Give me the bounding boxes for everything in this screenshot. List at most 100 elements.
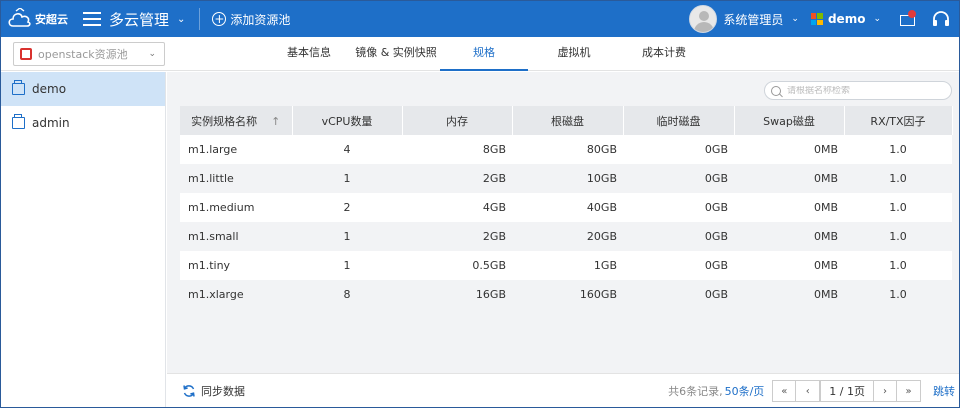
column-header-vcpu: vCPU数量 [292, 106, 403, 135]
sidebar-item-demo[interactable]: demo [1, 72, 165, 106]
sidebar-item-admin[interactable]: admin [1, 106, 165, 140]
per-page-select[interactable]: 50条/页 [725, 383, 765, 399]
table-cell: 1 [292, 222, 402, 251]
table-cell: m1.small [180, 222, 292, 251]
hamburger-menu-icon[interactable] [83, 12, 101, 26]
main-content: 实例规格名称↑ vCPU数量 内存 根磁盘 临时磁盘 Swap磁盘 RX/TX因… [167, 72, 959, 407]
add-resource-pool-label: 添加资源池 [230, 12, 291, 27]
tab-cost-billing[interactable]: 成本计费 [620, 37, 708, 71]
table-cell: 0GB [623, 164, 734, 193]
table-row[interactable]: m1.little 1 2GB 10GB 0GB 0MB 1.0 [180, 164, 952, 193]
table-cell: 1.0 [844, 222, 952, 251]
table-cell: 1.0 [844, 280, 952, 309]
table-cell: 4GB [402, 193, 512, 222]
table-cell: 0GB [623, 135, 734, 164]
table-cell: 1 [292, 251, 402, 280]
tenant-name[interactable]: demo [828, 12, 865, 26]
current-page[interactable]: 1 / 1页 [820, 380, 873, 402]
table-cell: 1.0 [844, 251, 952, 280]
table-row[interactable]: m1.small 1 2GB 20GB 0GB 0MB 1.0 [180, 222, 952, 251]
table-cell: 0GB [623, 193, 734, 222]
user-name[interactable]: 系统管理员 [723, 11, 783, 28]
table-cell: m1.tiny [180, 251, 292, 280]
windows-icon [810, 13, 823, 25]
prev-page-button[interactable]: ‹ [796, 380, 821, 402]
table-cell: 0GB [623, 222, 734, 251]
tenant-chevron-down-icon[interactable]: ⌄ [873, 14, 881, 24]
column-header-rxtx-factor: RX/TX因子 [844, 106, 953, 135]
app-window: 安超云 多云管理 ⌄ + 添加资源池 系统管理员 ⌄ demo ⌄ openst… [0, 0, 960, 408]
sub-bar: openstack资源池 ⌄ 基本信息 镜像 & 实例快照 规格 虚拟机 成本计… [1, 37, 959, 71]
sync-data-label: 同步数据 [201, 385, 245, 398]
header-right: 系统管理员 ⌄ demo ⌄ [689, 1, 959, 37]
table-cell: 160GB [512, 280, 623, 309]
last-page-button[interactable]: » [897, 380, 921, 402]
search-input[interactable] [787, 85, 947, 96]
openstack-icon [20, 48, 32, 60]
sidebar-item-label: demo [32, 82, 67, 96]
headset-icon[interactable] [931, 9, 951, 29]
table-row[interactable]: m1.xlarge 8 16GB 160GB 0GB 0MB 1.0 [180, 280, 952, 309]
table-cell: 0MB [734, 193, 844, 222]
column-header-flavor-name[interactable]: 实例规格名称 ↑ [180, 106, 293, 135]
table-cell: 80GB [512, 135, 623, 164]
table-cell: 0GB [623, 251, 734, 280]
avatar[interactable] [689, 5, 718, 33]
next-page-button[interactable]: › [873, 380, 897, 402]
cloud-logo-icon [8, 8, 31, 27]
search-icon [771, 85, 781, 96]
table-cell: 2 [292, 193, 402, 222]
table-cell: 0MB [734, 135, 844, 164]
table-cell: 0MB [734, 222, 844, 251]
detail-tabs: 基本信息 镜像 & 实例快照 规格 虚拟机 成本计费 [266, 37, 708, 71]
table-cell: 1 [292, 164, 402, 193]
plus-circle-icon: + [212, 12, 227, 26]
table-cell: m1.large [180, 135, 292, 164]
table-cell: 8GB [402, 135, 512, 164]
table-cell: 40GB [512, 193, 623, 222]
table-cell: 1.0 [844, 193, 952, 222]
add-resource-pool-button[interactable]: + 添加资源池 [212, 11, 290, 28]
table-footer: 同步数据 共6条记录, 50条/页 « ‹ 1 / 1页 › » 跳转 [167, 373, 959, 407]
message-icon[interactable] [897, 7, 919, 31]
logo[interactable]: 安超云 [1, 1, 75, 37]
pagination: 共6条记录, 50条/页 « ‹ 1 / 1页 › » 跳转 [668, 380, 959, 402]
top-bar: 安超云 多云管理 ⌄ + 添加资源池 系统管理员 ⌄ demo ⌄ [1, 1, 959, 37]
table-cell: 1.0 [844, 135, 952, 164]
chevron-down-icon: ⌄ [177, 13, 186, 25]
table-cell: 4 [292, 135, 402, 164]
table-row[interactable]: m1.large 4 8GB 80GB 0GB 0MB 1.0 [180, 135, 952, 164]
first-page-button[interactable]: « [772, 380, 797, 402]
jump-button[interactable]: 跳转 [933, 383, 955, 399]
folder-icon [12, 114, 25, 129]
sidebar-item-label: admin [32, 116, 70, 130]
user-chevron-down-icon[interactable]: ⌄ [791, 14, 799, 24]
sync-icon [183, 385, 195, 397]
tab-basic-info[interactable]: 基本信息 [266, 37, 352, 71]
search-box[interactable] [764, 81, 952, 100]
module-title[interactable]: 多云管理 ⌄ [109, 9, 185, 30]
table-cell: m1.medium [180, 193, 292, 222]
table-cell: 20GB [512, 222, 623, 251]
tab-flavors[interactable]: 规格 [440, 37, 528, 71]
table-row[interactable]: m1.medium 2 4GB 40GB 0GB 0MB 1.0 [180, 193, 952, 222]
project-sidebar: demo admin [1, 72, 166, 407]
sync-data-button[interactable]: 同步数据 [182, 383, 245, 399]
table-cell: 0GB [623, 280, 734, 309]
tab-virtual-machines[interactable]: 虚拟机 [528, 37, 620, 71]
resource-pool-select[interactable]: openstack资源池 ⌄ [13, 42, 165, 66]
table-cell: 0MB [734, 164, 844, 193]
table-body: m1.large 4 8GB 80GB 0GB 0MB 1.0 m1.little 1 2GB 10… [180, 135, 952, 309]
logo-text: 安超云 [35, 13, 68, 26]
table-row[interactable]: m1.tiny 1 0.5GB 1GB 0GB 0MB 1.0 [180, 251, 952, 280]
sort-arrow-icon[interactable]: ↑ [271, 115, 280, 128]
resource-pool-select-value: openstack资源池 [38, 48, 128, 61]
table-cell: 0MB [734, 280, 844, 309]
total-records: 共6条记录, [668, 385, 723, 398]
table-cell: 10GB [512, 164, 623, 193]
column-header-ephemeral-disk: 临时磁盘 [623, 106, 735, 135]
tab-images-snapshots[interactable]: 镜像 & 实例快照 [352, 37, 440, 71]
folder-icon [12, 80, 25, 95]
table-cell: 8 [292, 280, 402, 309]
module-title-text: 多云管理 [109, 10, 170, 29]
